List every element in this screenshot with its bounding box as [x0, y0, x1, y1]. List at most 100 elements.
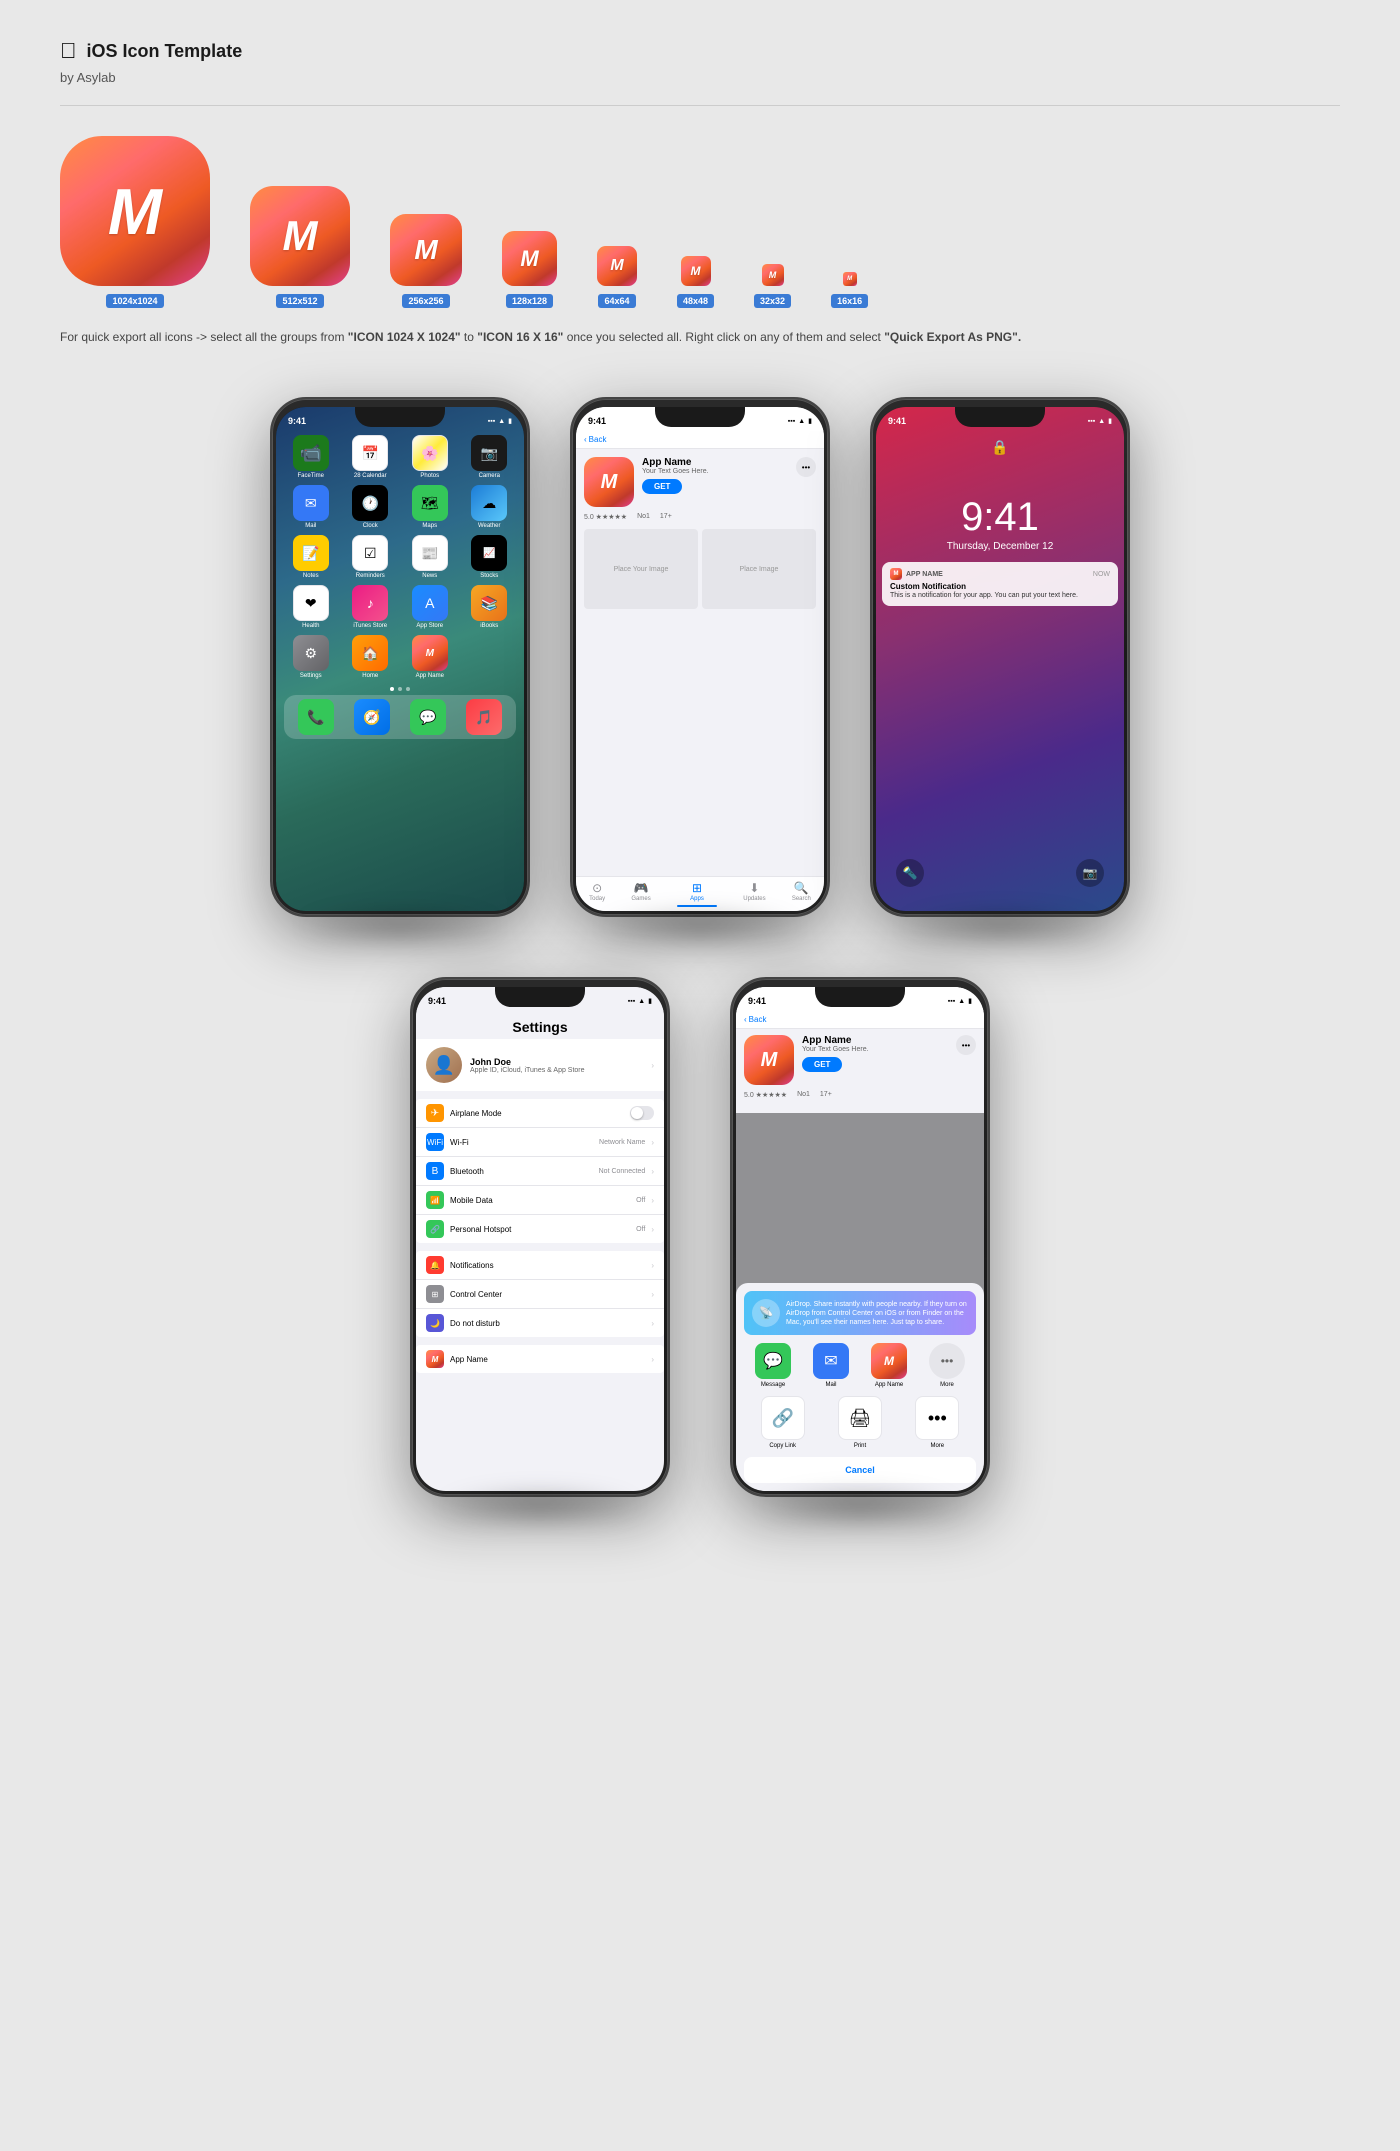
news-label: News [422, 573, 437, 579]
apps-tab-label: Apps [690, 896, 704, 902]
app-grid: 📹FaceTime 📅28 Calendar 🌸Photos 📷Camera ✉… [276, 431, 524, 683]
share-app-info-text: App Name Your Text Goes Here. GET [802, 1035, 948, 1072]
share-app-messages[interactable]: 💬 Message [755, 1343, 791, 1388]
ibooks-icon: 📚 [471, 585, 507, 621]
wifi-label: Wi-Fi [450, 1138, 593, 1147]
airplane-toggle[interactable] [630, 1106, 654, 1120]
status-bar-4: 9:41 ▪▪▪ ▲ ▮ [416, 987, 664, 1011]
settings-row-dnd[interactable]: 🌙 Do not disturb › [416, 1309, 664, 1337]
appname-share-label: App Name [875, 1382, 903, 1388]
status-icons-2: ▪▪▪ ▲ ▮ [788, 417, 812, 425]
phone-3-lockscreen: 9:41 ▪▪▪ ▲ ▮ 🔒 9:41 [870, 397, 1130, 917]
icon-item-256: M 256x256 [390, 214, 462, 308]
phone-1-screen: 9:41 ▪▪▪ ▲ ▮ 📹FaceTime 📅28 Calendar [276, 407, 524, 911]
page-dots [276, 687, 524, 691]
messages-share-label: Message [761, 1382, 785, 1388]
notifications-settings-icon: 🔔 [426, 1256, 444, 1274]
mail-share-icon: ✉ [813, 1343, 849, 1379]
share-app-more[interactable]: ••• More [929, 1343, 965, 1388]
app-cell-weather: ☁Weather [463, 485, 517, 529]
notes-label: Notes [303, 573, 319, 579]
app-cell-stocks: 📈Stocks [463, 535, 517, 579]
settings-row-controlcenter[interactable]: ⊞ Control Center › [416, 1280, 664, 1309]
settings-row-airplane[interactable]: ✈ Airplane Mode [416, 1099, 664, 1128]
notch-3 [955, 407, 1045, 427]
dock-phone: 📞 [298, 699, 334, 735]
tab-games[interactable]: 🎮 Games [631, 881, 650, 907]
maps-icon: 🗺 [412, 485, 448, 521]
app-icon-64: M [597, 246, 637, 286]
home-icon: 🏠 [352, 635, 388, 671]
back-button[interactable]: ‹ Back [584, 435, 606, 444]
share-apps-row: 💬 Message ✉ Mail M App [744, 1343, 976, 1388]
icon-item-512: M 512x512 [250, 186, 350, 308]
app-cell-facetime: 📹FaceTime [284, 435, 338, 479]
app-cell-notes: 📝Notes [284, 535, 338, 579]
phone-4-shadow [436, 1487, 644, 1527]
share-app-appname[interactable]: M App Name [871, 1343, 907, 1388]
flashlight-icon: 🔦 [896, 859, 924, 887]
settings-signal-icon: ▪▪▪ [628, 998, 635, 1005]
app-cell-mail: ✉Mail [284, 485, 338, 529]
share-age: 17+ [820, 1091, 832, 1099]
settings-row-mobile[interactable]: 📶 Mobile Data Off › [416, 1186, 664, 1215]
share-app-mail[interactable]: ✉ Mail [813, 1343, 849, 1388]
more-button[interactable]: ••• [796, 457, 816, 477]
status-icons-3: ▪▪▪ ▲ ▮ [1088, 417, 1112, 425]
tab-today[interactable]: ⊙ Today [589, 881, 605, 907]
settings-profile-row[interactable]: 👤 John Doe Apple ID, iCloud, iTunes & Ap… [416, 1039, 664, 1091]
phone-3-shadow [896, 907, 1104, 947]
size-badge-512: 512x512 [276, 294, 323, 308]
appstore-screen: 9:41 ▪▪▪ ▲ ▮ ‹ Back [576, 407, 824, 911]
settings-row-appname[interactable]: M App Name › [416, 1345, 664, 1373]
phone-5-share: 9:41 ▪▪▪ ▲ ▮ ‹ [730, 977, 990, 1497]
messages-share-icon: 💬 [755, 1343, 791, 1379]
notif-app-name: APP NAME [906, 571, 943, 578]
settings-icon-home: ⚙ [293, 635, 329, 671]
share-category: No1 [797, 1091, 810, 1099]
share-action-copylink[interactable]: 🔗 Copy Link [761, 1396, 805, 1449]
phone-5-shadow [756, 1487, 964, 1527]
icon-item-1024: M 1024x1024 [60, 136, 210, 308]
appname-settings-icon: M [426, 1350, 444, 1368]
get-button[interactable]: GET [642, 479, 682, 494]
settings-screen: 9:41 ▪▪▪ ▲ ▮ Settings 👤 [416, 987, 664, 1491]
more-action-label: More [930, 1443, 944, 1449]
airdrop-text: AirDrop. Share instantly with people nea… [786, 1300, 968, 1327]
dot-1 [390, 687, 394, 691]
app-icon-16: M [843, 272, 857, 286]
tab-apps[interactable]: ⊞ Apps [677, 881, 717, 907]
settings-row-bluetooth[interactable]: B Bluetooth Not Connected › [416, 1157, 664, 1186]
icon-item-48: M 48x48 [677, 256, 714, 308]
appstore-icon: A [412, 585, 448, 621]
settings-wifi-icon: ▲ [638, 998, 645, 1005]
share-more-dots[interactable]: ••• [956, 1035, 976, 1055]
phone-2-screen: 9:41 ▪▪▪ ▲ ▮ ‹ Back [576, 407, 824, 911]
profile-sub: Apple ID, iCloud, iTunes & App Store [470, 1067, 643, 1074]
settings-row-wifi[interactable]: WiFi Wi-Fi Network Name › [416, 1128, 664, 1157]
settings-row-hotspot[interactable]: 🔗 Personal Hotspot Off › [416, 1215, 664, 1243]
games-tab-label: Games [631, 896, 650, 902]
phone-4-settings: 9:41 ▪▪▪ ▲ ▮ Settings 👤 [410, 977, 670, 1497]
reminders-label: Reminders [356, 573, 385, 579]
icon-grid: M 1024x1024 M 512x512 M 256x256 M 128x12… [60, 136, 1340, 308]
app-cell-news: 📰News [403, 535, 457, 579]
share-get-button[interactable]: GET [802, 1057, 842, 1072]
app-tagline: Your Text Goes Here. [642, 468, 788, 475]
settings-group-3: M App Name › [416, 1345, 664, 1373]
settings-row-notifications[interactable]: 🔔 Notifications › [416, 1251, 664, 1280]
safari-dock-icon: 🧭 [354, 699, 390, 735]
share-action-more[interactable]: ••• More [915, 1396, 959, 1449]
size-badge-1024: 1024x1024 [106, 294, 163, 308]
share-action-print[interactable]: 🖨 Print [838, 1396, 882, 1449]
tab-search[interactable]: 🔍 Search [792, 881, 811, 907]
share-back-button[interactable]: ‹ Back [744, 1015, 766, 1024]
phone-2-wrap: 9:41 ▪▪▪ ▲ ▮ ‹ Back [570, 397, 830, 917]
lock-bottom: 🔦 📷 [876, 859, 1124, 899]
controlcenter-settings-icon: ⊞ [426, 1285, 444, 1303]
wifi-icon-2: ▲ [798, 418, 805, 425]
cancel-button[interactable]: Cancel [744, 1457, 976, 1483]
hotspot-chevron-icon: › [651, 1225, 654, 1234]
tab-updates[interactable]: ⬇ Updates [743, 881, 765, 907]
share-app-header: M App Name Your Text Goes Here. GET ••• [744, 1035, 976, 1085]
